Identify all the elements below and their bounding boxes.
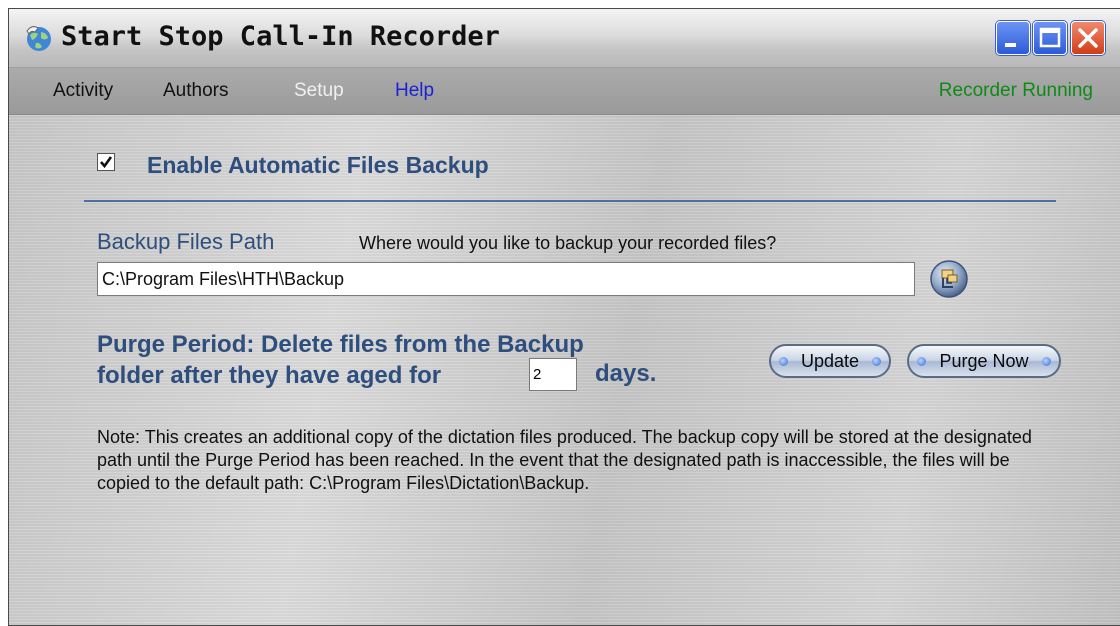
- menu-bar: Activity Authors Setup Help Recorder Run…: [9, 68, 1120, 115]
- enable-backup-label[interactable]: Enable Automatic Files Backup: [147, 152, 489, 179]
- backup-path-heading: Backup Files Path: [97, 229, 275, 254]
- purge-now-button[interactable]: Purge Now: [907, 344, 1061, 378]
- menu-authors[interactable]: Authors: [163, 80, 228, 102]
- purge-line-1: Purge Period: Delete files from the Back…: [97, 331, 584, 358]
- menu-setup[interactable]: Setup: [294, 80, 344, 102]
- purge-days-input[interactable]: [529, 358, 577, 391]
- button-bullet-icon: [917, 357, 926, 366]
- section-divider: [84, 200, 1056, 202]
- enable-backup-checkbox[interactable]: [97, 153, 115, 171]
- button-bullet-icon: [872, 357, 881, 366]
- update-button[interactable]: Update: [769, 344, 891, 378]
- backup-note: Note: This creates an additional copy of…: [97, 427, 1032, 493]
- close-button[interactable]: [1071, 21, 1105, 55]
- globe-phone-icon: [24, 23, 54, 53]
- window-title: Start Stop Call-In Recorder: [61, 21, 500, 52]
- update-button-label: Update: [800, 351, 860, 371]
- minimize-button[interactable]: [996, 21, 1030, 55]
- close-icon: [1078, 28, 1098, 48]
- recorder-status: Recorder Running: [938, 80, 1093, 101]
- purge-now-button-label: Purge Now: [939, 351, 1029, 371]
- backup-path-input[interactable]: [97, 262, 915, 296]
- menu-help[interactable]: Help: [395, 80, 434, 102]
- setup-panel: Enable Automatic Files Backup Backup Fil…: [9, 115, 1120, 625]
- title-bar[interactable]: Start Stop Call-In Recorder: [9, 9, 1120, 68]
- button-bullet-icon: [1042, 357, 1051, 366]
- purge-line-2: folder after they have aged for: [97, 362, 442, 389]
- menu-activity[interactable]: Activity: [53, 80, 113, 102]
- checkmark-icon: [100, 156, 113, 169]
- maximize-button[interactable]: [1033, 21, 1067, 55]
- purge-period-text: Purge Period: Delete files from the Back…: [97, 329, 584, 391]
- minimize-icon: [1005, 43, 1016, 47]
- days-label: days.: [595, 360, 657, 387]
- app-window: Start Stop Call-In Recorder Activity Aut…: [8, 8, 1120, 626]
- browse-folder-button[interactable]: [923, 259, 975, 299]
- folder-browse-icon: [930, 260, 968, 298]
- maximize-icon: [1039, 27, 1061, 48]
- button-bullet-icon: [779, 357, 788, 366]
- backup-path-hint: Where would you like to backup your reco…: [359, 233, 777, 253]
